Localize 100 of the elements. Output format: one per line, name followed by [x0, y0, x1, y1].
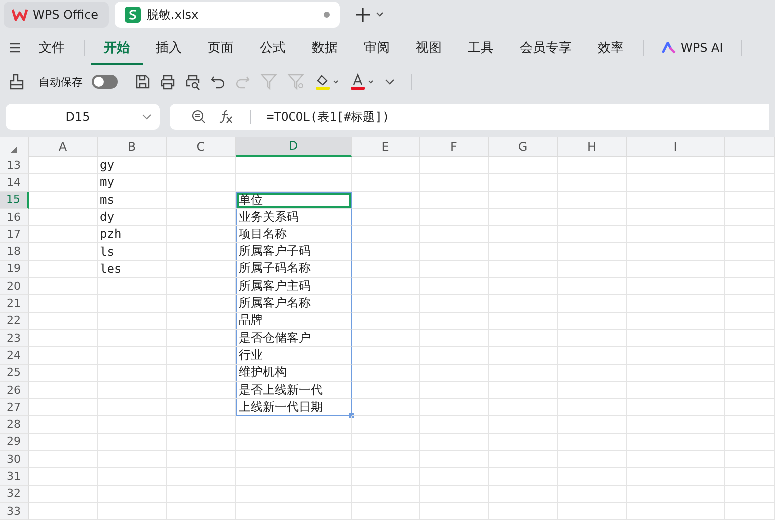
table-cell [29, 208, 98, 226]
corner-header[interactable] [0, 137, 29, 157]
select-all-icon[interactable] [11, 147, 17, 153]
table-cell [725, 208, 775, 226]
table-cell [29, 434, 98, 452]
row-header[interactable]: 18 [0, 243, 29, 261]
row-header[interactable]: 33 [0, 502, 29, 520]
row-header[interactable]: 27 [0, 399, 29, 416]
column-header[interactable]: D [236, 137, 352, 157]
print-preview-icon[interactable] [185, 74, 201, 90]
column-header[interactable]: G [489, 137, 558, 157]
table-cell [558, 486, 627, 503]
row-header[interactable]: 29 [0, 434, 29, 452]
table-cell [29, 364, 98, 382]
menu-tab[interactable]: 会员专享 [507, 31, 585, 65]
ai-button[interactable]: WPS AI [650, 41, 736, 55]
table-cell [167, 157, 236, 174]
row-header[interactable]: 19 [0, 260, 29, 278]
font-color-icon[interactable] [349, 73, 375, 91]
table-cell [558, 157, 627, 174]
chevron-icon[interactable] [384, 77, 396, 87]
row-header[interactable]: 16 [0, 208, 29, 226]
table-cell [558, 416, 627, 434]
table-cell: 品牌 [236, 312, 352, 330]
table-cell [29, 468, 98, 486]
column-header[interactable]: A [29, 137, 98, 157]
menu-tab[interactable]: 数据 [299, 31, 351, 65]
table-cell: 所属客户子码 [236, 243, 352, 261]
row-header[interactable]: 23 [0, 330, 29, 348]
row-header[interactable]: 14 [0, 174, 29, 192]
file-tab[interactable]: 脱敏.xlsx [115, 2, 340, 28]
autosave-label: 自动保存 [39, 74, 83, 90]
new-tab-icon[interactable] [356, 8, 370, 22]
table-cell [489, 502, 558, 520]
row-header[interactable]: 22 [0, 312, 29, 330]
zoom-icon[interactable] [192, 110, 206, 124]
table-cell [489, 382, 558, 400]
table-cell: ls [98, 243, 167, 261]
save-icon[interactable] [135, 74, 151, 90]
table-cell [489, 486, 558, 503]
table-cell [558, 295, 627, 313]
menu-tab[interactable]: 视图 [403, 31, 455, 65]
column-header[interactable]: C [167, 137, 236, 157]
column-header[interactable]: H [558, 137, 627, 157]
table-cell [558, 382, 627, 400]
menu-tab[interactable]: 审阅 [351, 31, 403, 65]
function-icon[interactable] [218, 110, 234, 124]
column-header[interactable]: F [420, 137, 489, 157]
table-cell [167, 243, 236, 261]
row-header[interactable]: 26 [0, 382, 29, 400]
table-cell [420, 451, 489, 468]
table-cell [29, 502, 98, 520]
table-cell [352, 174, 420, 192]
row-header[interactable]: 31 [0, 468, 29, 486]
print-icon[interactable] [160, 74, 176, 90]
row-header[interactable]: 24 [0, 347, 29, 365]
column-header[interactable]: E [352, 137, 420, 157]
app-tab[interactable]: WPS Office [4, 2, 109, 28]
fill-handle[interactable] [349, 413, 354, 418]
menu-tab[interactable]: 开始 [91, 31, 143, 65]
table-cell [558, 208, 627, 226]
row-header[interactable]: 25 [0, 364, 29, 382]
format-painter-icon[interactable] [8, 73, 26, 91]
table-cell [29, 278, 98, 296]
table-cell [420, 208, 489, 226]
row-header[interactable]: 28 [0, 416, 29, 434]
name-box[interactable]: D15 [6, 104, 160, 130]
fill-color-icon[interactable] [314, 73, 340, 91]
formula-input[interactable]: =TOCOL(表1[#标题]) [267, 108, 390, 126]
undo-icon[interactable] [210, 74, 226, 90]
table-cell [725, 260, 775, 278]
row-header[interactable]: 32 [0, 486, 29, 503]
chevron-icon[interactable] [376, 12, 384, 18]
menu-tab[interactable]: 插入 [143, 31, 195, 65]
row-header[interactable]: 17 [0, 226, 29, 244]
table-cell [98, 434, 167, 452]
table-cell [725, 416, 775, 434]
menu-tab[interactable]: 文件 [26, 31, 78, 65]
menu-tab[interactable]: 工具 [455, 31, 507, 65]
table-cell [352, 468, 420, 486]
row-header[interactable]: 21 [0, 295, 29, 313]
row-header[interactable]: 13 [0, 157, 29, 174]
row-header[interactable]: 15 [0, 192, 29, 209]
column-header[interactable]: I [627, 137, 725, 157]
table-cell [352, 382, 420, 400]
dropdown-icon[interactable] [142, 114, 152, 120]
autosave-toggle[interactable] [92, 75, 118, 89]
table-cell [558, 347, 627, 365]
table-cell [725, 157, 775, 174]
column-header[interactable]: B [98, 137, 167, 157]
table-cell [489, 330, 558, 348]
menu-tab[interactable]: 页面 [195, 31, 247, 65]
table-cell [98, 502, 167, 520]
table-cell [167, 434, 236, 452]
menu-tab[interactable]: 效率 [585, 31, 637, 65]
menu-tab[interactable]: 公式 [247, 31, 299, 65]
menu-icon[interactable] [10, 43, 20, 53]
row-header[interactable]: 20 [0, 278, 29, 296]
row-header[interactable]: 30 [0, 451, 29, 468]
table-cell [420, 278, 489, 296]
